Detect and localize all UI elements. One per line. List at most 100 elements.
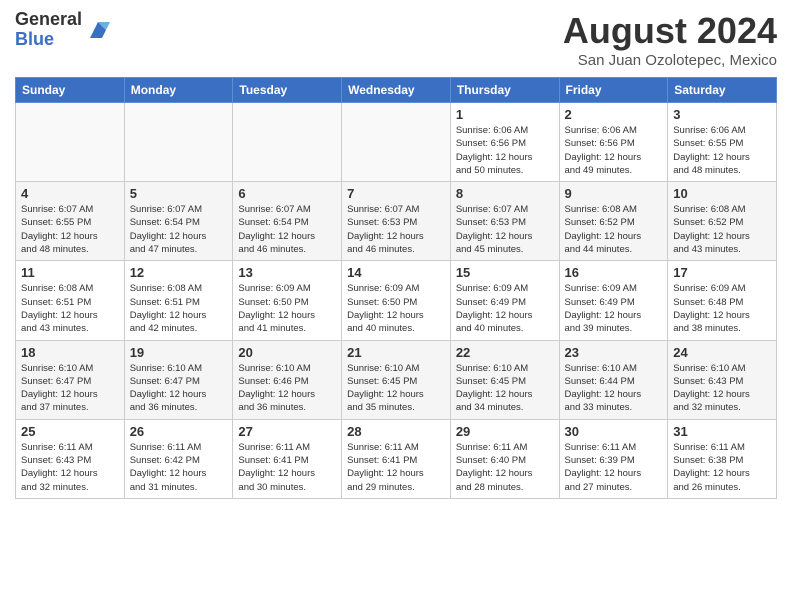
calendar-cell: 28Sunrise: 6:11 AM Sunset: 6:41 PM Dayli… [342,419,451,498]
calendar-cell: 13Sunrise: 6:09 AM Sunset: 6:50 PM Dayli… [233,261,342,340]
calendar-cell: 24 Sunrise: 6:10 AM Sunset: 6:43 PM Dayli… [668,340,777,419]
day-info: Sunrise: 6:07 AM Sunset: 6:53 PM Dayligh… [347,203,445,256]
calendar-week-row: 25 Sunrise: 6:11 AM Sunset: 6:43 PM Dayli… [16,419,777,498]
calendar-week-row: 11 Sunrise: 6:08 AM Sunset: 6:51 PM Dayli… [16,261,777,340]
day-number: 12 [130,265,228,280]
day-number: 16 [565,265,663,280]
day-info: Sunrise: 6:11 AM Sunset: 6:41 PM Dayligh… [238,441,336,494]
calendar-cell: 8 Sunrise: 6:07 AM Sunset: 6:53 PM Daylig… [450,182,559,261]
weekday-header: Thursday [450,78,559,103]
day-number: 6 [238,186,336,201]
calendar-cell: 19Sunrise: 6:10 AM Sunset: 6:47 PM Dayli… [124,340,233,419]
calendar-cell: 23Sunrise: 6:10 AM Sunset: 6:44 PM Dayli… [559,340,668,419]
day-number: 24 [673,345,771,360]
day-number: 11 [21,265,119,280]
day-info: Sunrise: 6:09 AM Sunset: 6:48 PM Dayligh… [673,282,771,335]
calendar-cell [16,103,125,182]
day-info: Sunrise: 6:11 AM Sunset: 6:43 PM Dayligh… [21,441,119,494]
calendar-cell: 20 Sunrise: 6:10 AM Sunset: 6:46 PM Dayli… [233,340,342,419]
day-info: Sunrise: 6:10 AM Sunset: 6:47 PM Dayligh… [21,362,119,415]
calendar-week-row: 4 Sunrise: 6:07 AM Sunset: 6:55 PM Daylig… [16,182,777,261]
calendar-cell: 12 Sunrise: 6:08 AM Sunset: 6:51 PM Dayli… [124,261,233,340]
calendar-cell: 17 Sunrise: 6:09 AM Sunset: 6:48 PM Dayli… [668,261,777,340]
header: General Blue August 2024 San Juan Ozolot… [15,10,777,69]
day-number: 3 [673,107,771,122]
day-number: 31 [673,424,771,439]
day-info: Sunrise: 6:09 AM Sunset: 6:49 PM Dayligh… [565,282,663,335]
day-info: Sunrise: 6:10 AM Sunset: 6:45 PM Dayligh… [456,362,554,415]
day-number: 4 [21,186,119,201]
calendar-cell: 25 Sunrise: 6:11 AM Sunset: 6:43 PM Dayli… [16,419,125,498]
day-info: Sunrise: 6:10 AM Sunset: 6:45 PM Dayligh… [347,362,445,415]
day-number: 14 [347,265,445,280]
day-number: 22 [456,345,554,360]
calendar-cell: 2Sunrise: 6:06 AM Sunset: 6:56 PM Daylig… [559,103,668,182]
calendar-cell: 3 Sunrise: 6:06 AM Sunset: 6:55 PM Daylig… [668,103,777,182]
day-number: 28 [347,424,445,439]
calendar-cell: 18 Sunrise: 6:10 AM Sunset: 6:47 PM Dayli… [16,340,125,419]
day-number: 15 [456,265,554,280]
calendar-week-row: 1 Sunrise: 6:06 AM Sunset: 6:56 PM Daylig… [16,103,777,182]
day-number: 17 [673,265,771,280]
calendar-cell: 21 Sunrise: 6:10 AM Sunset: 6:45 PM Dayli… [342,340,451,419]
day-info: Sunrise: 6:11 AM Sunset: 6:42 PM Dayligh… [130,441,228,494]
day-number: 8 [456,186,554,201]
calendar-cell [342,103,451,182]
day-info: Sunrise: 6:06 AM Sunset: 6:56 PM Dayligh… [456,124,554,177]
weekday-header: Tuesday [233,78,342,103]
day-info: Sunrise: 6:09 AM Sunset: 6:49 PM Dayligh… [456,282,554,335]
calendar-cell: 15 Sunrise: 6:09 AM Sunset: 6:49 PM Dayli… [450,261,559,340]
calendar-cell: 10Sunrise: 6:08 AM Sunset: 6:52 PM Dayli… [668,182,777,261]
calendar-cell: 9Sunrise: 6:08 AM Sunset: 6:52 PM Daylig… [559,182,668,261]
calendar-cell [233,103,342,182]
day-number: 7 [347,186,445,201]
day-info: Sunrise: 6:08 AM Sunset: 6:51 PM Dayligh… [130,282,228,335]
weekday-header: Friday [559,78,668,103]
day-info: Sunrise: 6:11 AM Sunset: 6:38 PM Dayligh… [673,441,771,494]
calendar-cell: 14 Sunrise: 6:09 AM Sunset: 6:50 PM Dayli… [342,261,451,340]
title-area: August 2024 San Juan Ozolotepec, Mexico [563,10,777,69]
calendar-cell: 1 Sunrise: 6:06 AM Sunset: 6:56 PM Daylig… [450,103,559,182]
location: San Juan Ozolotepec, Mexico [563,52,777,69]
day-number: 25 [21,424,119,439]
logo: General Blue [15,10,110,50]
day-number: 27 [238,424,336,439]
day-number: 1 [456,107,554,122]
day-info: Sunrise: 6:07 AM Sunset: 6:53 PM Dayligh… [456,203,554,256]
weekday-header: Saturday [668,78,777,103]
day-info: Sunrise: 6:08 AM Sunset: 6:51 PM Dayligh… [21,282,119,335]
day-number: 29 [456,424,554,439]
day-info: Sunrise: 6:10 AM Sunset: 6:46 PM Dayligh… [238,362,336,415]
weekday-header-row: SundayMondayTuesdayWednesdayThursdayFrid… [16,78,777,103]
calendar-cell: 22 Sunrise: 6:10 AM Sunset: 6:45 PM Dayli… [450,340,559,419]
day-number: 19 [130,345,228,360]
day-number: 2 [565,107,663,122]
calendar-table: SundayMondayTuesdayWednesdayThursdayFrid… [15,77,777,499]
calendar-cell: 6 Sunrise: 6:07 AM Sunset: 6:54 PM Daylig… [233,182,342,261]
day-info: Sunrise: 6:09 AM Sunset: 6:50 PM Dayligh… [347,282,445,335]
day-number: 18 [21,345,119,360]
logo-general: General [15,10,82,30]
logo-blue: Blue [15,30,82,50]
calendar-cell: 31 Sunrise: 6:11 AM Sunset: 6:38 PM Dayli… [668,419,777,498]
day-number: 20 [238,345,336,360]
calendar-cell: 16 Sunrise: 6:09 AM Sunset: 6:49 PM Dayli… [559,261,668,340]
day-info: Sunrise: 6:09 AM Sunset: 6:50 PM Dayligh… [238,282,336,335]
day-info: Sunrise: 6:11 AM Sunset: 6:39 PM Dayligh… [565,441,663,494]
day-number: 30 [565,424,663,439]
calendar-cell: 30 Sunrise: 6:11 AM Sunset: 6:39 PM Dayli… [559,419,668,498]
day-number: 21 [347,345,445,360]
day-info: Sunrise: 6:10 AM Sunset: 6:43 PM Dayligh… [673,362,771,415]
day-info: Sunrise: 6:07 AM Sunset: 6:54 PM Dayligh… [238,203,336,256]
day-info: Sunrise: 6:07 AM Sunset: 6:55 PM Dayligh… [21,203,119,256]
day-info: Sunrise: 6:10 AM Sunset: 6:44 PM Dayligh… [565,362,663,415]
calendar-cell: 26 Sunrise: 6:11 AM Sunset: 6:42 PM Dayli… [124,419,233,498]
day-number: 26 [130,424,228,439]
calendar-cell: 29Sunrise: 6:11 AM Sunset: 6:40 PM Dayli… [450,419,559,498]
month-title: August 2024 [563,10,777,52]
day-info: Sunrise: 6:06 AM Sunset: 6:55 PM Dayligh… [673,124,771,177]
calendar-cell: 11 Sunrise: 6:08 AM Sunset: 6:51 PM Dayli… [16,261,125,340]
weekday-header: Sunday [16,78,125,103]
weekday-header: Monday [124,78,233,103]
calendar-cell: 7 Sunrise: 6:07 AM Sunset: 6:53 PM Daylig… [342,182,451,261]
